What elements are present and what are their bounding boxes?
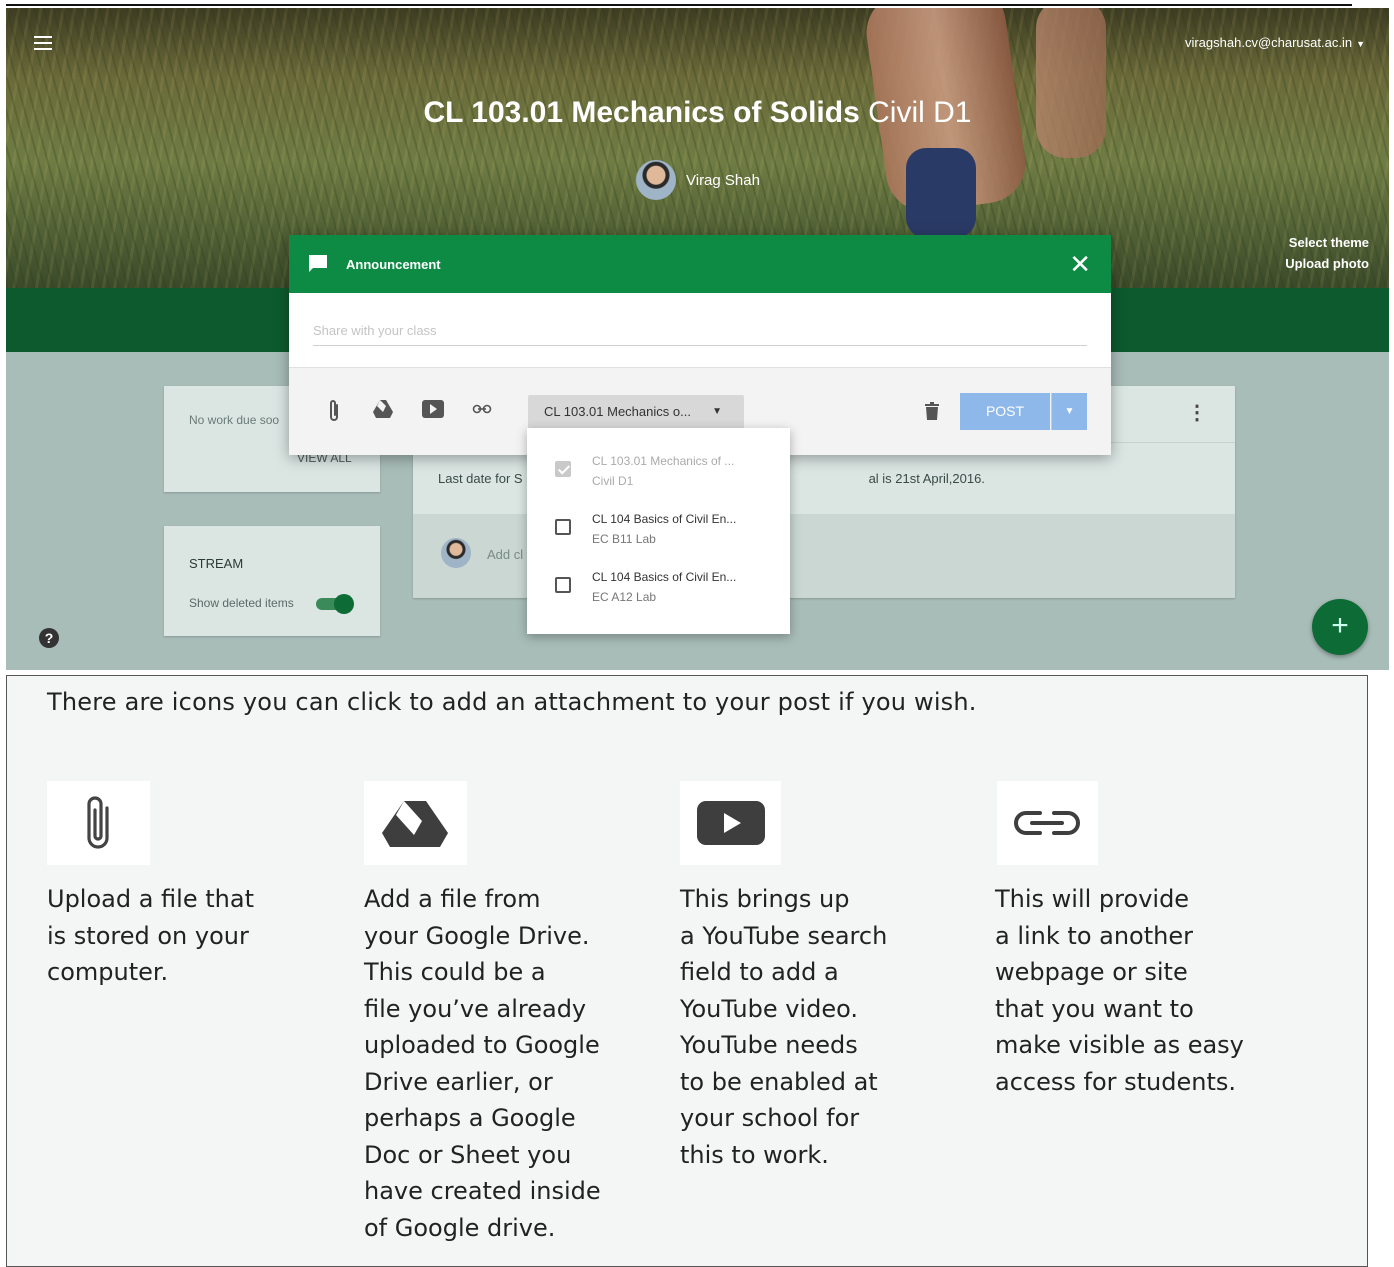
trash-icon[interactable] [925,402,939,420]
class-option[interactable]: CL 104 Basics of Civil En... EC A12 Lab [527,561,790,619]
checkbox [555,577,571,593]
more-vert-icon[interactable]: ⋮ [1187,400,1207,425]
drive-description: Add a file from your Google Drive. This … [364,885,601,1242]
add-comment-input[interactable]: Add cl [487,547,523,562]
link-description: This will provide a link to another webp… [995,885,1244,1096]
class-select-dropdown[interactable]: CL 103.01 Mechanics o... ▼ [528,395,744,429]
announcement-dialog: Announcement ✕ CL 103.01 Mechanics o...▼… [289,235,1111,455]
instruction-intro: There are icons you can click to add an … [47,688,977,716]
class-select-menu: CL 103.01 Mechanics of ... Civil D1 CL 1… [527,428,790,634]
youtube-icon [697,801,765,845]
announcement-icon [309,255,327,272]
google-drive-icon[interactable] [373,400,393,418]
caret-down-icon: ▼ [1356,39,1365,49]
select-theme-link[interactable]: Select theme [1285,232,1369,253]
class-option[interactable]: CL 104 Basics of Civil En... EC B11 Lab [527,503,790,561]
close-icon[interactable]: ✕ [1069,249,1091,280]
help-icon[interactable]: ? [39,628,59,648]
link-icon [1014,811,1080,835]
google-drive-tile [364,781,467,865]
show-deleted-toggle[interactable] [316,592,354,614]
class-option[interactable]: CL 103.01 Mechanics of ... Civil D1 [527,445,790,503]
dialog-title: Announcement [346,257,441,272]
youtube-tile [680,781,781,865]
caret-down-icon: ▼ [712,406,722,417]
commenter-avatar [441,538,471,568]
checkbox-checked [555,461,571,477]
checkbox [555,519,571,535]
teacher-info: Virag Shah [636,160,760,200]
dialog-header: Announcement ✕ [289,235,1111,293]
upload-description: Upload a file that is stored on your com… [47,885,254,986]
teacher-name: Virag Shah [686,171,760,189]
instruction-panel: There are icons you can click to add an … [6,675,1368,1267]
teacher-avatar [636,160,676,200]
classroom-screenshot: viragshah.cv@charusat.ac.in ▼ CL 103.01 M… [6,8,1389,670]
theme-links: Select theme Upload photo [1285,232,1369,274]
paperclip-icon[interactable] [327,398,341,424]
upload-photo-link[interactable]: Upload photo [1285,253,1369,274]
course-title: CL 103.01 Mechanics of Solids Civil D1 [423,96,972,129]
youtube-icon[interactable] [422,400,444,418]
link-tile [997,781,1098,865]
share-input[interactable] [313,321,1087,346]
link-icon[interactable] [472,404,492,414]
paperclip-tile [47,781,150,865]
menu-icon[interactable] [34,36,52,50]
google-drive-icon [382,801,448,847]
paperclip-icon [87,796,109,849]
add-fab-button[interactable]: + [1312,599,1368,655]
stream-settings-card: STREAM Show deleted items [164,526,380,636]
post-button[interactable]: POST [960,393,1050,430]
post-options-button[interactable]: ▼ [1051,393,1087,430]
youtube-description: This brings up a YouTube search field to… [680,885,888,1169]
account-menu[interactable]: viragshah.cv@charusat.ac.in ▼ [1185,35,1365,50]
top-border-line [6,4,1352,6]
